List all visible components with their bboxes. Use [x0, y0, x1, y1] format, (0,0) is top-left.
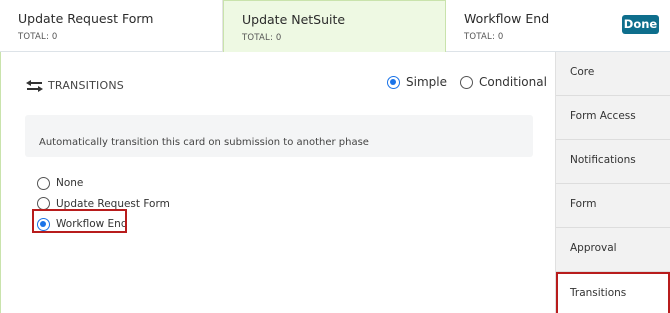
swap-arrows-icon — [25, 78, 44, 92]
section-header: TRANSITIONS — [25, 77, 124, 93]
radio-checked-icon[interactable] — [387, 75, 400, 89]
phase-total: TOTAL: 0 — [18, 32, 58, 42]
sidebar-item-transitions[interactable]: Transitions — [556, 272, 670, 313]
mode-label: Simple — [406, 75, 447, 89]
transition-option-none[interactable]: None — [37, 173, 170, 194]
section-title: TRANSITIONS — [48, 78, 124, 92]
description-text: Automatically transition this card on su… — [39, 137, 369, 148]
mode-option-conditional[interactable]: Conditional — [459, 75, 547, 89]
description-box: Automatically transition this card on su… — [25, 115, 533, 157]
phase-total: TOTAL: 0 — [242, 33, 282, 43]
phase-name: Update NetSuite — [242, 12, 346, 27]
done-button[interactable]: Done — [622, 15, 659, 34]
radio-unchecked-icon[interactable] — [459, 75, 473, 89]
option-label: Update Request Form — [56, 197, 170, 210]
phase-tab-update-netsuite[interactable]: Update NetSuite TOTAL: 0 — [223, 0, 446, 52]
phase-name: Update Request Form — [18, 11, 154, 26]
mode-option-simple[interactable]: Simple — [387, 75, 447, 89]
sidebar-item-form-access[interactable]: Form Access — [556, 96, 670, 140]
sidebar-item-approval[interactable]: Approval — [556, 228, 670, 272]
sidebar-item-notifications[interactable]: Notifications — [556, 140, 670, 184]
radio-unchecked-icon[interactable] — [37, 176, 50, 190]
phase-tab-update-request-form[interactable]: Update Request Form TOTAL: 0 — [0, 0, 223, 52]
phase-bar: Update Request Form TOTAL: 0 Update NetS… — [0, 0, 670, 52]
option-label: None — [56, 177, 84, 190]
settings-sidebar: Core Form Access Notifications Form Appr… — [555, 52, 670, 313]
sidebar-item-form[interactable]: Form — [556, 184, 670, 228]
transitions-panel: TRANSITIONS Simple Conditional Automatic… — [0, 52, 554, 313]
selected-option-highlight — [32, 209, 127, 233]
sidebar-item-core[interactable]: Core — [556, 52, 670, 96]
mode-radio-group: Simple Conditional — [387, 75, 560, 89]
mode-label: Conditional — [478, 75, 547, 89]
